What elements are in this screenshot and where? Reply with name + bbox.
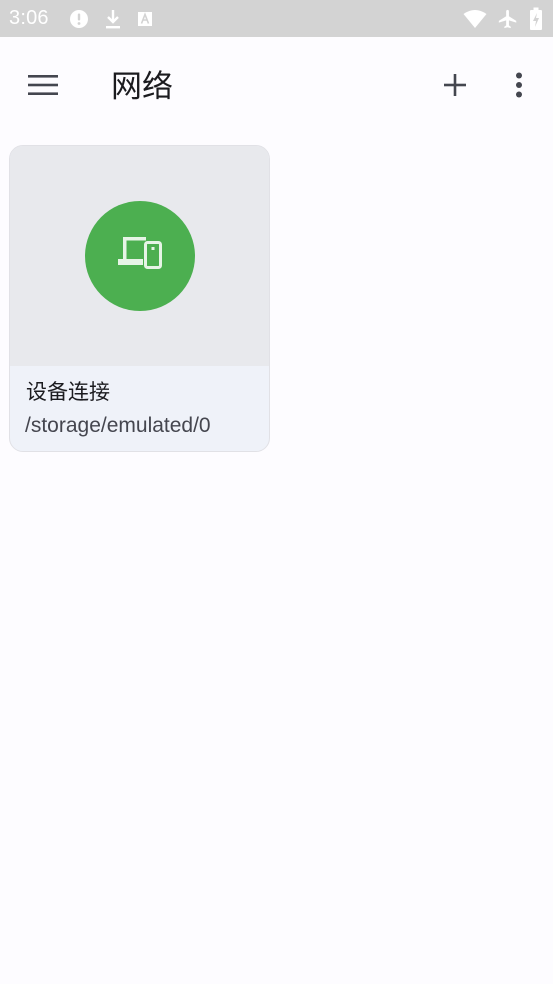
app-bar: 网络 xyxy=(0,37,553,137)
add-button[interactable] xyxy=(431,63,479,111)
page-title: 网络 xyxy=(111,69,173,105)
card-subtitle: /storage/emulated/0 xyxy=(25,414,211,437)
menu-icon xyxy=(28,74,58,100)
status-bar: 3:06 xyxy=(0,0,553,37)
status-right-icons xyxy=(463,7,543,31)
more-options-button[interactable] xyxy=(495,63,543,111)
add-icon xyxy=(443,73,467,101)
device-circle xyxy=(85,201,195,311)
airplane-icon xyxy=(497,8,519,30)
network-card[interactable]: 设备连接 /storage/emulated/0 xyxy=(9,145,270,452)
download-icon xyxy=(104,8,122,30)
wifi-icon xyxy=(463,9,487,29)
a-box-icon xyxy=(137,11,153,27)
alert-circle-icon xyxy=(69,9,89,29)
more-vert-icon xyxy=(515,72,523,102)
card-media xyxy=(10,146,269,366)
battery-charging-icon xyxy=(529,7,543,31)
status-time: 3:06 xyxy=(9,7,49,29)
devices-icon xyxy=(116,234,164,278)
status-left-icons xyxy=(69,8,153,30)
card-title: 设备连接 xyxy=(26,380,110,404)
menu-button[interactable] xyxy=(19,63,67,111)
